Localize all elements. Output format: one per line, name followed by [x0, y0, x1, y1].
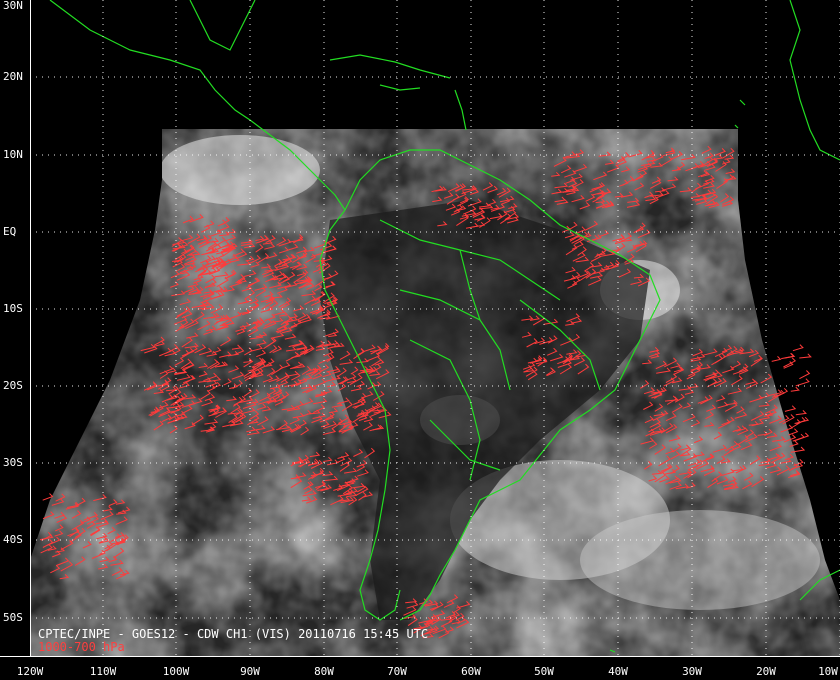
- wind-barb: [790, 386, 800, 392]
- wind-barb: [792, 344, 804, 352]
- wind-barb: [781, 352, 795, 360]
- wind-barb: [788, 428, 799, 436]
- longitude-label: 50W: [534, 665, 554, 678]
- wind-barb: [795, 410, 807, 416]
- longitude-label: 70W: [387, 665, 407, 678]
- latitude-label: 10N: [3, 148, 23, 161]
- latitude-label: 40S: [3, 533, 23, 546]
- longitude-label: 30W: [682, 665, 702, 678]
- wind-barb: [784, 405, 797, 412]
- longitude-label: 40W: [608, 665, 628, 678]
- longitude-label: 110W: [89, 665, 117, 678]
- wind-barb: [771, 356, 782, 362]
- wind-barb: [795, 378, 810, 387]
- longitude-label: 120W: [16, 665, 44, 678]
- longitude-label: 10W: [818, 665, 838, 678]
- map-frame-bottom: [0, 656, 840, 657]
- caption-pressure-level: 1000-700 hPa: [38, 640, 125, 654]
- latitude-label: 20S: [3, 379, 23, 392]
- longitude-label: 60W: [461, 665, 481, 678]
- latitude-label: 50S: [3, 611, 23, 624]
- latitude-label: EQ: [3, 225, 17, 238]
- latitude-label: 30S: [3, 456, 23, 469]
- satellite-map: [30, 0, 840, 656]
- latitude-label: 30N: [3, 0, 23, 12]
- longitude-label: 100W: [162, 665, 190, 678]
- longitude-label: 80W: [314, 665, 334, 678]
- image-caption: CPTEC/INPE - GOES12 - CDW CH1 (VIS) 2011…: [38, 628, 428, 654]
- map-frame-left: [30, 0, 31, 656]
- latitude-label: 20N: [3, 70, 23, 83]
- wind-barb: [799, 353, 812, 359]
- longitude-label: 90W: [240, 665, 260, 678]
- satellite-image: [30, 129, 840, 656]
- longitude-label: 20W: [756, 665, 776, 678]
- wind-barb: [794, 416, 810, 424]
- wind-barb: [795, 432, 810, 441]
- latitude-label: 10S: [3, 302, 23, 315]
- wind-barb: [799, 370, 811, 380]
